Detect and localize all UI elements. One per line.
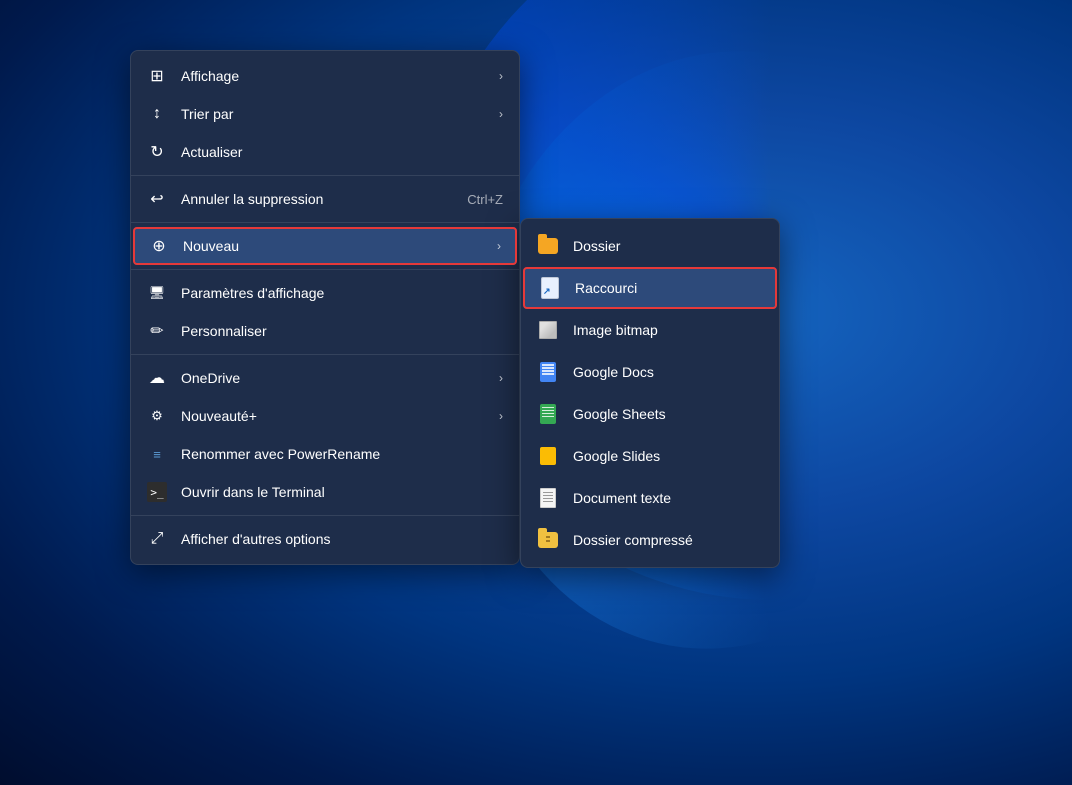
cloud-icon: ☁ [147, 368, 167, 388]
submenu-label-dossier: Dossier [573, 238, 620, 254]
separator-2 [131, 222, 519, 223]
submenu-label-gslides: Google Slides [573, 448, 660, 464]
submenu-label-textdoc: Document texte [573, 490, 671, 506]
menu-item-options[interactable]: ⤢ Afficher d'autres options [131, 520, 519, 558]
submenu-label-raccourci: Raccourci [575, 280, 637, 296]
terminal-icon: >_ [147, 482, 167, 502]
menu-label-affichage: Affichage [181, 68, 485, 84]
newplus-icon: ⚙ [147, 406, 167, 426]
refresh-icon: ↻ [147, 142, 167, 162]
submenu-item-gsheets[interactable]: Google Sheets [521, 393, 779, 435]
menu-item-onedrive[interactable]: ☁ OneDrive › [131, 359, 519, 397]
menu-item-personnaliser[interactable]: ✏ Personnaliser [131, 312, 519, 350]
menu-label-actualiser: Actualiser [181, 144, 503, 160]
gdocs-icon [537, 361, 559, 383]
menu-item-annuler[interactable]: ↩ Annuler la suppression Ctrl+Z [131, 180, 519, 218]
separator-4 [131, 354, 519, 355]
menu-label-personnaliser: Personnaliser [181, 323, 503, 339]
menu-item-trier[interactable]: ↕ Trier par › [131, 95, 519, 133]
menu-label-parametres: Paramètres d'affichage [181, 285, 503, 301]
separator-5 [131, 515, 519, 516]
menu-item-parametres[interactable]: 🖥 Paramètres d'affichage [131, 274, 519, 312]
chevron-icon-nouveaute: › [499, 409, 503, 423]
chevron-icon: › [499, 69, 503, 83]
folder-icon [537, 235, 559, 257]
submenu-label-zip: Dossier compressé [573, 532, 693, 548]
shortcut-annuler: Ctrl+Z [467, 192, 503, 207]
textdoc-icon [537, 487, 559, 509]
menu-item-renommer[interactable]: ≡ Renommer avec PowerRename [131, 435, 519, 473]
context-menu-wrapper: ⊞ Affichage › ↕ Trier par › ↻ Actualiser… [130, 50, 780, 568]
menu-label-options: Afficher d'autres options [181, 531, 503, 547]
display-icon: 🖥 [147, 283, 167, 303]
menu-label-terminal: Ouvrir dans le Terminal [181, 484, 503, 500]
menu-item-terminal[interactable]: >_ Ouvrir dans le Terminal [131, 473, 519, 511]
submenu-item-gdocs[interactable]: Google Docs [521, 351, 779, 393]
gslides-icon [537, 445, 559, 467]
menu-label-onedrive: OneDrive [181, 370, 485, 386]
undo-icon: ↩ [147, 189, 167, 209]
menu-label-annuler: Annuler la suppression [181, 191, 453, 207]
menu-label-renommer: Renommer avec PowerRename [181, 446, 503, 462]
context-menu: ⊞ Affichage › ↕ Trier par › ↻ Actualiser… [130, 50, 520, 565]
chevron-icon-nouveau: › [497, 239, 501, 253]
submenu-label-gdocs: Google Docs [573, 364, 654, 380]
bitmap-icon [537, 319, 559, 341]
chevron-icon-trier: › [499, 107, 503, 121]
submenu-item-textdoc[interactable]: Document texte [521, 477, 779, 519]
submenu-item-bitmap[interactable]: Image bitmap [521, 309, 779, 351]
separator-1 [131, 175, 519, 176]
menu-label-nouveaute: Nouveauté+ [181, 408, 485, 424]
submenu-item-raccourci[interactable]: Raccourci [523, 267, 777, 309]
submenu: Dossier Raccourci Image bitmap [520, 218, 780, 568]
zip-icon [537, 529, 559, 551]
submenu-item-zip[interactable]: Dossier compressé [521, 519, 779, 561]
new-icon: ⊕ [149, 236, 169, 256]
grid-icon: ⊞ [147, 66, 167, 86]
menu-item-affichage[interactable]: ⊞ Affichage › [131, 57, 519, 95]
submenu-item-gslides[interactable]: Google Slides [521, 435, 779, 477]
sort-icon: ↕ [147, 104, 167, 124]
chevron-icon-onedrive: › [499, 371, 503, 385]
separator-3 [131, 269, 519, 270]
menu-label-trier: Trier par [181, 106, 485, 122]
submenu-label-gsheets: Google Sheets [573, 406, 666, 422]
rename-icon: ≡ [147, 444, 167, 464]
menu-item-nouveau[interactable]: ⊕ Nouveau › [133, 227, 517, 265]
submenu-item-dossier[interactable]: Dossier [521, 225, 779, 267]
menu-item-nouveaute[interactable]: ⚙ Nouveauté+ › [131, 397, 519, 435]
shortcut-file-icon [539, 277, 561, 299]
options-icon: ⤢ [147, 529, 167, 549]
desktop: ⊞ Affichage › ↕ Trier par › ↻ Actualiser… [0, 0, 1072, 785]
menu-label-nouveau: Nouveau [183, 238, 483, 254]
submenu-label-bitmap: Image bitmap [573, 322, 658, 338]
pen-icon: ✏ [147, 321, 167, 341]
menu-item-actualiser[interactable]: ↻ Actualiser [131, 133, 519, 171]
gsheets-icon [537, 403, 559, 425]
